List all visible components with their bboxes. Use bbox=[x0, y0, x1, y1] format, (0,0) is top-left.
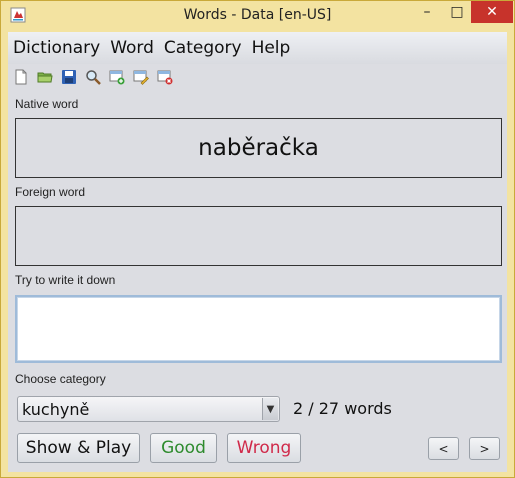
search-icon[interactable] bbox=[83, 67, 103, 87]
close-button[interactable]: ✕ bbox=[471, 1, 513, 23]
next-button[interactable]: > bbox=[469, 437, 500, 460]
category-label: Choose category bbox=[15, 372, 106, 386]
client-area: Dictionary Word Category Help Native wor… bbox=[8, 32, 507, 472]
category-select[interactable]: kuchyně ▼ bbox=[17, 396, 280, 422]
app-window: Words - Data [en-US] – □ ✕ Dictionary Wo… bbox=[0, 0, 515, 478]
new-file-icon[interactable] bbox=[11, 67, 31, 87]
menu-category[interactable]: Category bbox=[164, 38, 242, 58]
native-word-display: naběračka bbox=[15, 118, 502, 178]
menu-dictionary[interactable]: Dictionary bbox=[13, 38, 100, 58]
menu-bar: Dictionary Word Category Help bbox=[8, 32, 507, 64]
menu-help[interactable]: Help bbox=[252, 38, 291, 58]
menu-word[interactable]: Word bbox=[110, 38, 154, 58]
save-icon[interactable] bbox=[59, 67, 79, 87]
native-word-label: Native word bbox=[15, 97, 79, 111]
minimize-button[interactable]: – bbox=[413, 1, 441, 23]
edit-item-icon[interactable] bbox=[131, 67, 151, 87]
foreign-word-label: Foreign word bbox=[15, 185, 86, 199]
word-count: 2 / 27 words bbox=[293, 399, 392, 418]
write-label: Try to write it down bbox=[15, 273, 116, 287]
chevron-down-icon[interactable]: ▼ bbox=[262, 398, 278, 420]
toolbar bbox=[8, 64, 507, 90]
add-item-icon[interactable] bbox=[107, 67, 127, 87]
previous-button[interactable]: < bbox=[428, 437, 459, 460]
open-folder-icon[interactable] bbox=[35, 67, 55, 87]
title-bar[interactable]: Words - Data [en-US] – □ ✕ bbox=[1, 1, 514, 32]
wrong-button[interactable]: Wrong bbox=[227, 433, 301, 463]
foreign-word-display bbox=[15, 206, 502, 266]
show-play-button[interactable]: Show & Play bbox=[17, 433, 140, 463]
good-button[interactable]: Good bbox=[150, 433, 217, 463]
maximize-button[interactable]: □ bbox=[443, 1, 471, 23]
category-selected-value: kuchyně bbox=[22, 400, 90, 419]
delete-item-icon[interactable] bbox=[155, 67, 175, 87]
answer-input[interactable] bbox=[15, 295, 502, 363]
